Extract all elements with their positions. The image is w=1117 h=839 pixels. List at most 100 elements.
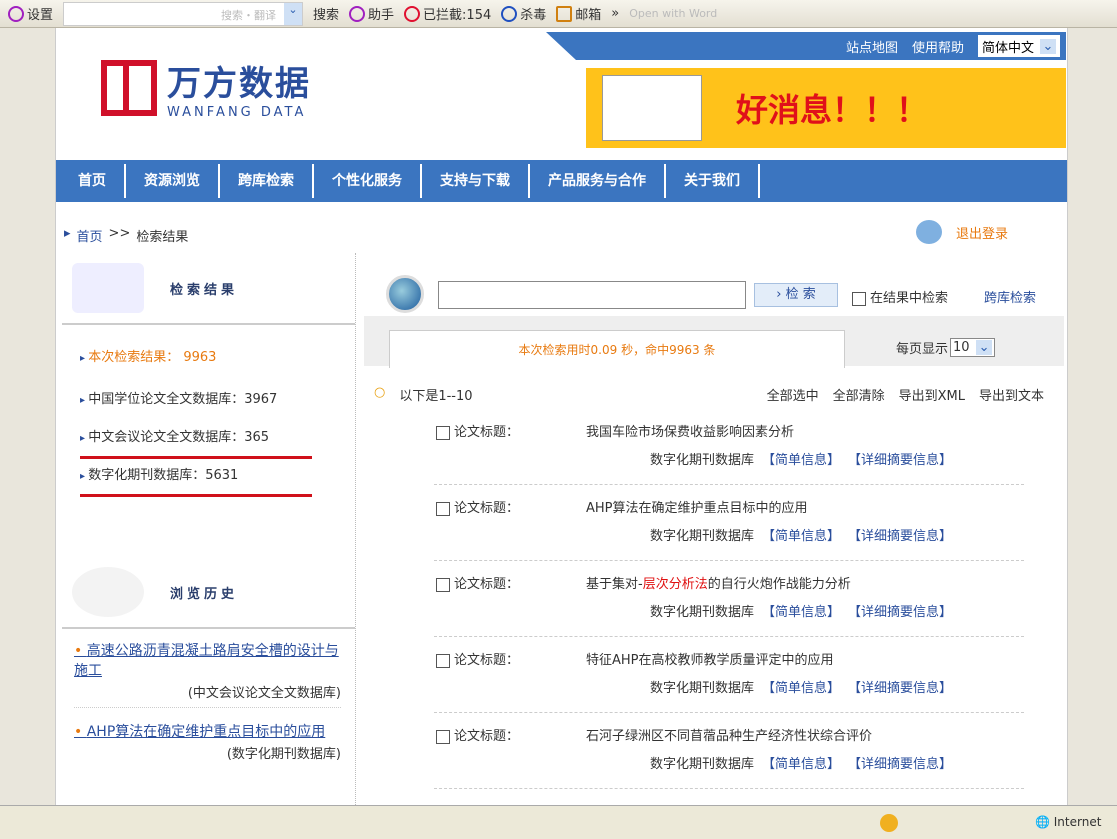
per-page: 每页显示10⌄ <box>896 338 995 357</box>
open-with-word-button[interactable]: Open with Word <box>629 7 717 20</box>
simple-info-link[interactable]: 【简单信息】 <box>762 525 840 544</box>
result-checkbox[interactable] <box>436 578 450 592</box>
chart-icon <box>72 263 144 313</box>
search-summary: 本次检索用时0.09 秒，命中9963 条 <box>389 330 845 368</box>
detail-info-link[interactable]: 【详细摘要信息】 <box>848 677 952 696</box>
settings-label: 设置 <box>27 4 53 23</box>
blocked-label: 已拦截:154 <box>423 4 491 23</box>
site-map-link[interactable]: 站点地图 <box>846 37 898 56</box>
total-results: 本次检索结果： 9963 <box>80 337 355 379</box>
title-label: 论文标题： <box>454 729 519 744</box>
result-title-wrap: 基于集对-层次分析法的自行火炮作战能力分析 <box>586 573 851 592</box>
export-text-link[interactable]: 导出到文本 <box>979 385 1044 404</box>
zone-label: 🌐 Internet <box>1035 815 1101 829</box>
result-label: 论文标题： <box>436 725 519 744</box>
sidebar: 检索结果 本次检索结果： 9963 中国学位论文全文数据库：3967 中文会议论… <box>62 253 356 805</box>
checkbox[interactable] <box>852 292 866 306</box>
zone-text: Internet <box>1054 815 1102 829</box>
language-select[interactable]: 简体中文⌄ <box>978 35 1060 57</box>
db-link[interactable]: 数字化期刊数据库：5631 <box>80 459 312 497</box>
detail-info-link[interactable]: 【详细摘要信息】 <box>848 753 952 772</box>
result-title-part[interactable]: 的自行火炮作战能力分析 <box>708 577 851 592</box>
list-toolbar: ○以下是1--10 全部选中 全部清除 导出到XML 导出到文本 <box>374 385 1044 404</box>
per-page-select[interactable]: 10⌄ <box>950 338 995 357</box>
help-link[interactable]: 使用帮助 <box>912 37 964 56</box>
detail-info-link[interactable]: 【详细摘要信息】 <box>848 449 952 468</box>
detail-info-link[interactable]: 【详细摘要信息】 <box>848 525 952 544</box>
popup-blocker-button[interactable]: 已拦截:154 <box>404 4 491 23</box>
cross-search-link[interactable]: 跨库检索 <box>984 287 1036 306</box>
breadcrumb-home[interactable]: 首页 <box>77 226 103 245</box>
toolbar-search-input[interactable]: 搜索・翻译⌄ <box>63 2 303 26</box>
result-title-wrap: 我国车险市场保费收益影响因素分析 <box>586 421 794 440</box>
db-link[interactable]: 中文会议论文全文数据库：365 <box>80 421 312 459</box>
search-input[interactable] <box>438 281 746 309</box>
result-title[interactable]: 石河子绿洲区不同苜蓿品种生产经济性状综合评价 <box>586 729 872 744</box>
result-checkbox[interactable] <box>436 502 450 516</box>
select-all-link[interactable]: 全部选中 <box>767 385 819 404</box>
result-title-wrap: 石河子绿洲区不同苜蓿品种生产经济性状综合评价 <box>586 725 872 744</box>
title-label: 论文标题： <box>454 577 519 592</box>
simple-info-link[interactable]: 【简单信息】 <box>762 601 840 620</box>
detail-info-link[interactable]: 【详细摘要信息】 <box>848 601 952 620</box>
toolbar-search-button[interactable]: 搜索 <box>313 4 339 23</box>
logo-text: 万方数据 <box>167 56 311 105</box>
search-in-results-checkbox[interactable]: 在结果中检索 <box>852 287 948 306</box>
mail-button[interactable]: 邮箱 <box>556 4 601 23</box>
more-button[interactable]: » <box>611 6 619 21</box>
result-links: 数字化期刊数据库【简单信息】【详细摘要信息】 <box>650 677 952 696</box>
nav-item[interactable]: 跨库检索 <box>220 164 314 198</box>
nav-item[interactable]: 资源浏览 <box>126 164 220 198</box>
nav-item[interactable]: 首页 <box>60 164 126 198</box>
result-db: 数字化期刊数据库 <box>650 753 754 772</box>
nav-item[interactable]: 关于我们 <box>666 164 760 198</box>
chevron-down-icon: ⌄ <box>976 340 993 355</box>
antivirus-label: 杀毒 <box>520 4 546 23</box>
simple-info-link[interactable]: 【简单信息】 <box>762 753 840 772</box>
result-label: 论文标题： <box>436 649 519 668</box>
result-label: 论文标题： <box>436 421 519 440</box>
results-header: 检索结果 <box>62 253 355 325</box>
result-checkbox[interactable] <box>436 654 450 668</box>
circle-icon: ○ <box>374 385 385 404</box>
nav-item[interactable]: 支持与下载 <box>422 164 530 198</box>
title-label: 论文标题： <box>454 425 519 440</box>
result-links: 数字化期刊数据库【简单信息】【详细摘要信息】 <box>650 753 952 772</box>
nav-item[interactable]: 个性化服务 <box>314 164 422 198</box>
top-links: 站点地图 使用帮助 简体中文⌄ <box>546 32 1066 60</box>
result-title-highlight[interactable]: 层次分析法 <box>643 577 708 592</box>
checkbox-label: 在结果中检索 <box>870 291 948 306</box>
result-checkbox[interactable] <box>436 426 450 440</box>
logo-mark-icon <box>101 60 157 116</box>
nav-item[interactable]: 产品服务与合作 <box>530 164 666 198</box>
export-xml-link[interactable]: 导出到XML <box>899 385 965 404</box>
db-link[interactable]: 中国学位论文全文数据库：3967 <box>80 379 355 421</box>
wanfang-logo[interactable]: 万方数据WANFANG DATA <box>101 56 311 120</box>
simple-info-link[interactable]: 【简单信息】 <box>762 449 840 468</box>
result-db: 数字化期刊数据库 <box>650 525 754 544</box>
breadcrumb: ▸首页>>检索结果 <box>64 226 188 245</box>
result-row: 论文标题： AHP算法在确定维护重点目标中的应用 数字化期刊数据库【简单信息】【… <box>434 485 1024 561</box>
history-item[interactable]: AHP算法在确定维护重点目标中的应用 <box>74 722 341 742</box>
helper-button[interactable]: 助手 <box>349 4 394 23</box>
result-title[interactable]: 特征AHP在高校教师教学质量评定中的应用 <box>586 653 834 668</box>
history-item[interactable]: 高速公路沥青混凝土路肩安全槽的设计与施工 <box>74 641 341 681</box>
result-checkbox[interactable] <box>436 730 450 744</box>
settings-button[interactable]: 设置 <box>8 4 53 23</box>
logout-button[interactable]: 退出登录 <box>916 220 1008 244</box>
search-button[interactable]: › 检 索 <box>754 283 838 307</box>
promo-banner[interactable]: 好消息！！！ <box>586 68 1066 148</box>
clear-all-link[interactable]: 全部清除 <box>833 385 885 404</box>
result-label: 论文标题： <box>436 573 519 592</box>
history-title: 浏览历史 <box>170 583 238 602</box>
result-title[interactable]: AHP算法在确定维护重点目标中的应用 <box>586 501 808 516</box>
history-header: 浏览历史 <box>62 557 355 629</box>
title-label: 论文标题： <box>454 653 519 668</box>
chevron-down-icon[interactable]: ⌄ <box>284 3 302 25</box>
result-title[interactable]: 我国车险市场保费收益影响因素分析 <box>586 425 794 440</box>
antivirus-button[interactable]: 杀毒 <box>501 4 546 23</box>
result-title-wrap: AHP算法在确定维护重点目标中的应用 <box>586 497 808 516</box>
result-title-part[interactable]: 基于集对- <box>586 577 643 592</box>
result-links: 数字化期刊数据库【简单信息】【详细摘要信息】 <box>650 601 952 620</box>
simple-info-link[interactable]: 【简单信息】 <box>762 677 840 696</box>
